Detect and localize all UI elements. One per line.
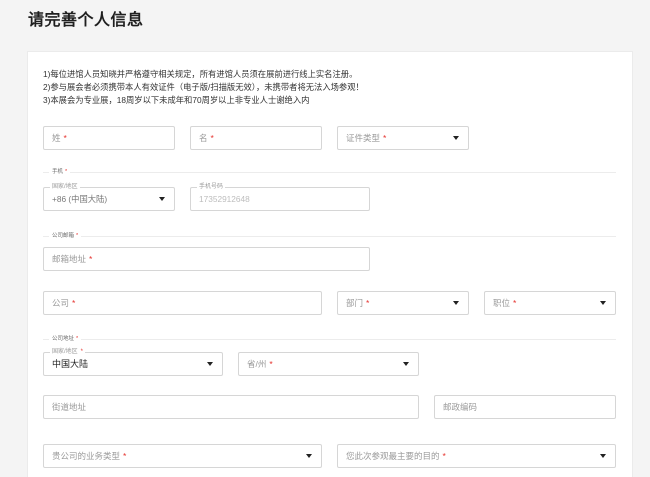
visit-purpose-select[interactable]: 您此次参观最主要的目的 * — [337, 444, 616, 468]
last-name-input[interactable]: 姓 * — [43, 126, 175, 150]
company-placeholder: 公司 * — [52, 292, 297, 314]
phone-country-value: +86 (中国大陆) — [52, 194, 108, 204]
personal-info-form: 1)每位进馆人员知晓并严格遵守相关规定，所有进馆人员须在展前进行线上实名注册。 … — [28, 52, 632, 477]
address-country-select[interactable]: 国家/地区 * 中国大陆 — [43, 348, 223, 376]
notice-line: 2)参与展会者必须携带本人有效证件（电子版/扫描版无效），未携带者将无法入场参观… — [43, 82, 364, 92]
required-mark: * — [65, 169, 68, 175]
postal-code-input[interactable]: 邮政编码 — [434, 395, 616, 419]
required-mark: * — [76, 233, 79, 239]
group-label-text: 公司地址 — [52, 336, 75, 342]
caret-down-icon — [207, 362, 213, 366]
province-select[interactable]: 省/州 * — [238, 352, 419, 376]
divider — [70, 172, 616, 173]
company-input[interactable]: 公司 * — [43, 291, 322, 315]
business-type-select[interactable]: 贵公司的业务类型 * — [43, 444, 322, 468]
placeholder-text: 证件类型 — [346, 133, 381, 143]
last-name-placeholder: 姓 * — [52, 127, 150, 149]
caret-down-icon — [159, 197, 165, 201]
caret-down-icon — [306, 454, 312, 458]
required-mark: * — [63, 133, 67, 143]
registration-notice: 1)每位进馆人员知晓并严格遵守相关规定，所有进馆人员须在展前进行线上实名注册。 … — [43, 68, 613, 107]
required-mark: * — [72, 298, 76, 308]
id-type-select[interactable]: 证件类型 * — [337, 126, 469, 150]
id-type-placeholder: 证件类型 * — [346, 127, 444, 149]
mobile-group-label: 手机 * — [49, 169, 70, 176]
required-mark: * — [123, 451, 127, 461]
required-mark: * — [513, 298, 517, 308]
divider — [81, 339, 616, 340]
phone-country-select[interactable]: 国家/地区 +86 (中国大陆) — [43, 183, 175, 211]
placeholder-text: 职位 — [493, 298, 511, 308]
caret-down-icon — [600, 301, 606, 305]
first-name-input[interactable]: 名 * — [190, 126, 322, 150]
placeholder-text: 部门 — [346, 298, 364, 308]
street-address-input[interactable]: 街道地址 — [43, 395, 419, 419]
email-placeholder: 邮箱地址 * — [52, 248, 345, 270]
phone-number-input[interactable]: 手机号码 17352912648 — [190, 183, 370, 211]
email-field[interactable]: 邮箱地址 * — [43, 247, 370, 271]
page-title: 请完善个人信息 — [28, 12, 144, 29]
position-placeholder: 职位 * — [493, 292, 591, 314]
department-select[interactable]: 部门 * — [337, 291, 469, 315]
phone-number-value: 17352912648 — [199, 194, 250, 204]
required-mark: * — [76, 336, 79, 342]
divider — [81, 236, 616, 237]
first-name-placeholder: 名 * — [199, 127, 297, 149]
required-mark: * — [366, 298, 370, 308]
street-address-placeholder: 街道地址 — [52, 402, 87, 412]
caret-down-icon — [453, 136, 459, 140]
mobile-group-header: 手机 * — [43, 169, 616, 176]
caret-down-icon — [403, 362, 409, 366]
caret-down-icon — [600, 454, 606, 458]
group-label-text: 公司邮箱 — [52, 233, 75, 239]
notice-line: 1)每位进馆人员知晓并严格遵守相关规定，所有进馆人员须在展前进行线上实名注册。 — [43, 69, 358, 79]
required-mark: * — [383, 133, 387, 143]
business-type-placeholder: 贵公司的业务类型 * — [52, 445, 297, 467]
visit-purpose-placeholder: 您此次参观最主要的目的 * — [346, 445, 591, 467]
placeholder-text: 名 — [199, 133, 208, 143]
province-placeholder: 省/州 * — [247, 353, 394, 375]
required-mark: * — [442, 451, 446, 461]
postal-code-placeholder: 邮政编码 — [443, 402, 478, 412]
group-label-text: 手机 — [52, 169, 64, 175]
caret-down-icon — [453, 301, 459, 305]
address-country-value: 中国大陆 — [52, 359, 89, 369]
department-placeholder: 部门 * — [346, 292, 444, 314]
placeholder-text: 姓 — [52, 133, 61, 143]
required-mark: * — [89, 254, 93, 264]
notice-line: 3)本展会为专业展，18周岁以下未成年和70周岁以上非专业人士谢绝入内 — [43, 95, 310, 105]
placeholder-text: 您此次参观最主要的目的 — [346, 451, 440, 461]
position-select[interactable]: 职位 * — [484, 291, 616, 315]
company-email-group-label: 公司邮箱 * — [49, 233, 81, 240]
placeholder-text: 省/州 — [247, 359, 267, 369]
required-mark: * — [269, 359, 273, 369]
company-address-group-label: 公司地址 * — [49, 336, 81, 343]
placeholder-text: 邮箱地址 — [52, 254, 87, 264]
required-mark: * — [210, 133, 214, 143]
placeholder-text: 公司 — [52, 298, 70, 308]
company-address-group-header: 公司地址 * — [43, 336, 616, 343]
company-email-group-header: 公司邮箱 * — [43, 233, 616, 240]
placeholder-text: 贵公司的业务类型 — [52, 451, 121, 461]
